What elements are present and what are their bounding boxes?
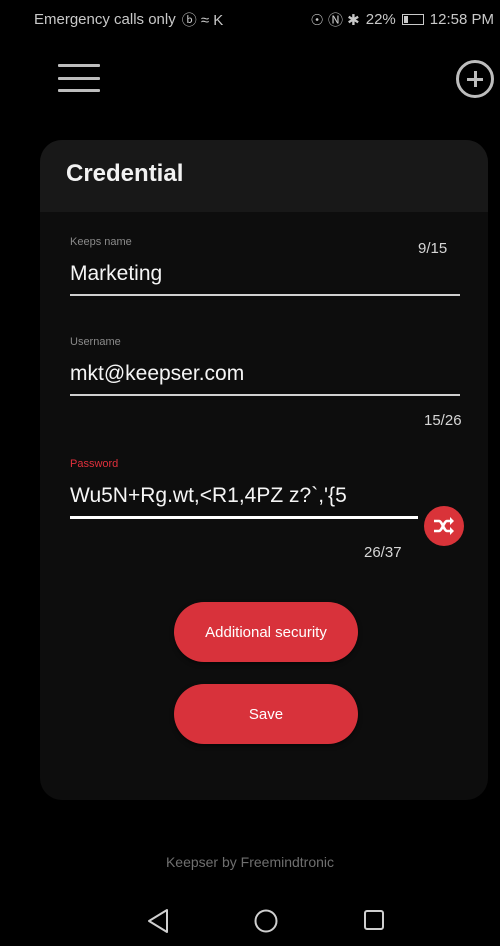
keeps-name-label: Keeps name: [70, 236, 132, 248]
clock: 12:58 PM: [429, 10, 494, 28]
plus-circle-icon[interactable]: [456, 60, 494, 98]
card-title: Credential: [66, 160, 184, 187]
battery-icon: [401, 13, 424, 25]
password-underline: [70, 516, 418, 519]
password-label: Password: [70, 458, 119, 470]
credential-card: Credential Keeps name Marketing 9/15 Use…: [40, 140, 488, 800]
save-button[interactable]: Save: [174, 684, 358, 744]
password-field[interactable]: Password Wu5N+Rg.wt,<R1,4PZ z?`,'{5: [70, 458, 418, 519]
password-counter: 26/37: [364, 544, 402, 561]
username-label: Username: [70, 336, 121, 348]
status-icons: ⓑ ≈ K: [181, 11, 224, 29]
username-value[interactable]: mkt@keepser.com: [70, 362, 460, 386]
status-bar: Emergency calls only ⓑ ≈ K ☉ Ⓝ ✱ 22% 12:…: [0, 0, 500, 38]
menu-line: [58, 76, 100, 80]
keeps-name-underline: [70, 294, 460, 296]
hamburger-icon[interactable]: [58, 64, 100, 92]
footer-text: Keepser by Freemindtronic: [165, 854, 335, 870]
shuffle-glyph: [434, 517, 454, 535]
additional-security-button[interactable]: Additional security: [174, 602, 358, 662]
circle-home-icon[interactable]: [253, 908, 279, 934]
triangle-back-icon[interactable]: [146, 908, 170, 934]
square-recent-icon[interactable]: [362, 908, 386, 932]
menu-line: [58, 64, 100, 67]
menu-line: [58, 89, 100, 92]
card-header: Credential: [40, 140, 488, 212]
keeps-name-field[interactable]: Keeps name Marketing: [70, 236, 460, 296]
status-left: Emergency calls only ⓑ ≈ K: [34, 9, 223, 30]
status-right: ☉ Ⓝ ✱ 22% 12:58 PM: [310, 9, 494, 30]
keeps-name-value[interactable]: Marketing: [70, 262, 460, 286]
carrier-text: Emergency calls only: [34, 10, 176, 28]
password-value[interactable]: Wu5N+Rg.wt,<R1,4PZ z?`,'{5: [70, 484, 418, 508]
system-status-icons: ☉ Ⓝ ✱: [310, 11, 360, 29]
username-underline: [70, 394, 460, 396]
keeps-name-counter: 9/15: [418, 240, 448, 257]
username-counter: 15/26: [424, 412, 462, 429]
shuffle-icon[interactable]: [424, 506, 464, 546]
username-field[interactable]: Username mkt@keepser.com: [70, 336, 460, 396]
battery-percent: 22%: [365, 10, 396, 28]
navigation-bar: [0, 896, 500, 946]
app-bar: [0, 38, 500, 122]
